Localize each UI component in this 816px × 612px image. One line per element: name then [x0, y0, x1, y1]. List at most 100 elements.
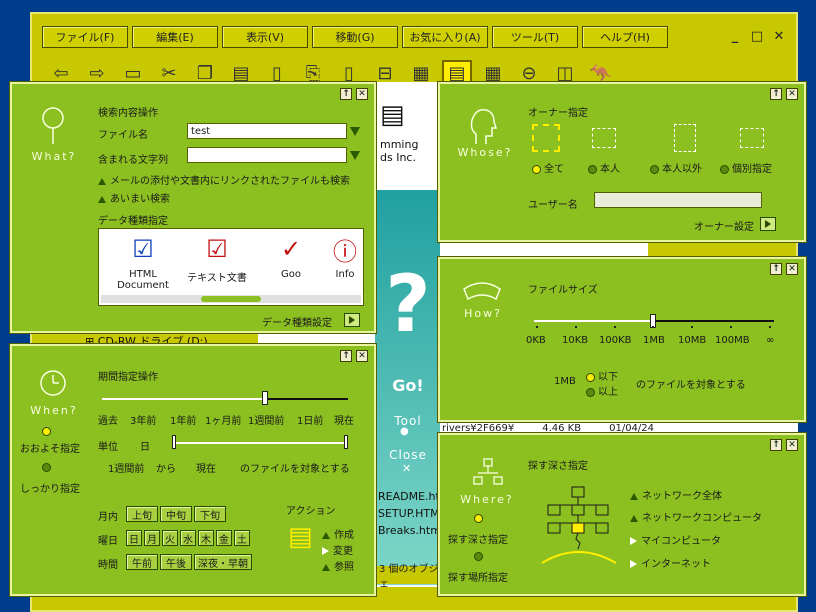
depth-option[interactable]: [474, 513, 486, 524]
action-reference[interactable]: 参照: [322, 558, 354, 573]
pin-icon[interactable]: ↑: [770, 263, 782, 275]
menu-go[interactable]: 移動(G): [312, 26, 398, 48]
action-modify[interactable]: 変更: [322, 542, 353, 557]
filename-input[interactable]: test: [187, 123, 347, 139]
when-approx-option[interactable]: [20, 426, 54, 437]
menu-favorites[interactable]: お気に入り(A): [402, 26, 488, 48]
pin-icon[interactable]: ↑: [770, 88, 782, 100]
size-below-option[interactable]: 以下: [586, 368, 618, 383]
weekday-thu-button[interactable]: 木: [198, 530, 214, 546]
pin-icon[interactable]: ↑: [340, 350, 352, 362]
play-triangle-icon: [322, 547, 329, 555]
range-slider[interactable]: [174, 442, 348, 444]
pin-icon[interactable]: ↑: [340, 88, 352, 100]
when-approx-label: おおよそ指定: [20, 444, 80, 455]
period-slider-left[interactable]: [102, 398, 264, 400]
size-slider-left[interactable]: [534, 320, 654, 322]
close-button[interactable]: Close: [378, 448, 438, 462]
dropdown-arrow-icon[interactable]: [350, 127, 360, 136]
menu-view[interactable]: 表示(V): [222, 26, 308, 48]
type-text[interactable]: ☑ テキスト文書: [185, 233, 249, 284]
range-start-knob[interactable]: [172, 435, 176, 449]
menu-edit[interactable]: 編集(E): [132, 26, 218, 48]
type-label: Goo: [281, 269, 301, 280]
month-late-button[interactable]: 下旬: [194, 506, 226, 522]
type-info[interactable]: ⓘ Info: [325, 233, 365, 281]
weekday-mon-button[interactable]: 月: [144, 530, 160, 546]
owner-option-all[interactable]: 全て: [532, 160, 564, 175]
weekday-tue-button[interactable]: 火: [162, 530, 178, 546]
weekday-sat-button[interactable]: 土: [234, 530, 250, 546]
go-button[interactable]: Go!: [378, 376, 438, 395]
pin-icon[interactable]: ↑: [770, 439, 782, 451]
size-scale-label: ∞: [766, 335, 775, 346]
username-input[interactable]: [594, 192, 762, 208]
file-item[interactable]: Breaks.htm: [378, 524, 441, 537]
period-slider-knob[interactable]: [262, 391, 268, 405]
close-icon[interactable]: ✕: [356, 350, 368, 362]
owner-all-icon[interactable]: [532, 124, 560, 152]
menu-file[interactable]: ファイル(F): [42, 26, 128, 48]
period-slider-right[interactable]: [264, 398, 348, 400]
time-am-button[interactable]: 午前: [126, 554, 158, 570]
window-controls: _ □ ✕: [726, 28, 788, 44]
close-icon[interactable]: ✕: [786, 263, 798, 275]
close-icon[interactable]: ✕: [356, 88, 368, 100]
month-early-button[interactable]: 上旬: [126, 506, 158, 522]
close-icon[interactable]: ✕: [786, 439, 798, 451]
close-icon[interactable]: ✕: [770, 28, 788, 44]
place-option[interactable]: [474, 551, 486, 562]
type-label: HTML Document: [117, 269, 169, 291]
where-option-network[interactable]: ネットワーク全体: [630, 487, 722, 502]
when-exact-option[interactable]: [20, 462, 54, 473]
type-html[interactable]: ☑ HTML Document: [111, 233, 175, 291]
dropdown-arrow-icon[interactable]: [350, 151, 360, 160]
lightbulb-icon: [42, 107, 64, 144]
scrollbar-thumb[interactable]: [201, 296, 261, 302]
file-item[interactable]: SETUP.HTML: [378, 507, 446, 520]
size-slider-right[interactable]: [654, 320, 774, 322]
close-x-icon[interactable]: ✕: [402, 462, 411, 475]
owner-option-others[interactable]: 本人以外: [650, 160, 702, 175]
menu-tools[interactable]: ツール(T): [492, 26, 578, 48]
menu-help[interactable]: ヘルプ(H): [582, 26, 668, 48]
owner-settings-button[interactable]: [760, 217, 776, 231]
option-attachments[interactable]: メールの添付や文書内にリンクされたファイルも検索: [98, 172, 350, 187]
time-night-button[interactable]: 深夜・早朝: [194, 554, 252, 570]
contains-label: 含まれる文字列: [98, 155, 168, 166]
owner-individual-icon[interactable]: [740, 128, 764, 148]
month-mid-button[interactable]: 中旬: [160, 506, 192, 522]
play-triangle-icon: [630, 560, 637, 568]
owner-option-self[interactable]: 本人: [588, 160, 620, 175]
weekday-sun-button[interactable]: 日: [126, 530, 142, 546]
size-scale-label: 0KB: [526, 335, 546, 346]
minimize-icon[interactable]: _: [726, 28, 744, 44]
owner-others-icon[interactable]: [674, 124, 696, 152]
horizontal-scrollbar[interactable]: [101, 295, 361, 303]
week-label: 曜日: [98, 536, 118, 547]
tool-radio-icon[interactable]: ●: [400, 426, 409, 437]
time-pm-button[interactable]: 午後: [160, 554, 192, 570]
where-option-network-computer[interactable]: ネットワークコンピュータ: [630, 509, 762, 524]
maximize-icon[interactable]: □: [748, 28, 766, 44]
action-create[interactable]: 作成: [322, 526, 354, 541]
unit-value: 日: [140, 442, 150, 453]
range-suffix: のファイルを対象とする: [240, 464, 350, 475]
close-icon[interactable]: ✕: [786, 88, 798, 100]
time-label: 時間: [98, 560, 118, 571]
weekday-fri-button[interactable]: 金: [216, 530, 232, 546]
weekday-wed-button[interactable]: 水: [180, 530, 196, 546]
checked-document-icon: ☑: [206, 235, 228, 263]
where-option-internet[interactable]: インターネット: [630, 555, 711, 570]
owner-self-icon[interactable]: [592, 128, 616, 148]
owner-option-individual[interactable]: 個別指定: [720, 160, 772, 175]
types-settings-button[interactable]: [344, 313, 360, 327]
period-scale-label: 1週間前: [248, 416, 285, 427]
size-above-option[interactable]: 以上: [586, 383, 618, 398]
where-option-my-computer[interactable]: マイコンピュータ: [630, 532, 721, 547]
type-goo[interactable]: ✓ Goo: [259, 233, 323, 280]
option-fuzzy[interactable]: あいまい検索: [98, 190, 170, 205]
contains-input[interactable]: [187, 147, 347, 163]
triangle-icon: [630, 514, 638, 522]
range-end-knob[interactable]: [344, 435, 348, 449]
